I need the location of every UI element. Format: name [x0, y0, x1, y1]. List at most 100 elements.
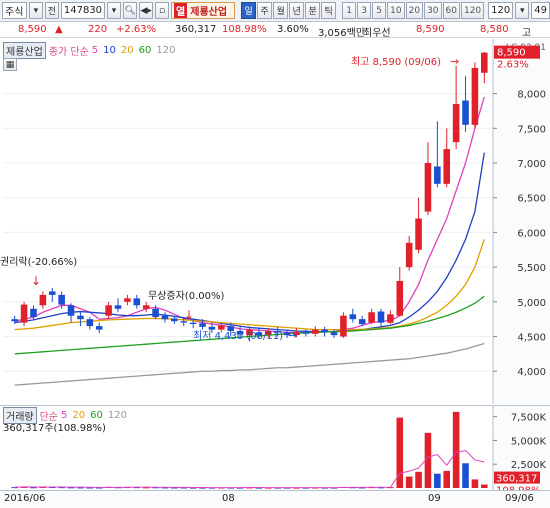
price-ma-120: 120 [156, 45, 176, 56]
interval-button-10[interactable]: 10 [387, 2, 405, 19]
candle-body [302, 332, 310, 334]
volume-bar [405, 476, 413, 488]
bonus-annotation: 무상증자(0.00%) [148, 290, 224, 302]
volume-tick-label: 7,500K [511, 413, 547, 424]
stock-code-input[interactable]: 147830 [60, 2, 106, 19]
volume-bar [452, 411, 460, 488]
rights-arrow: ↓ [31, 274, 41, 288]
price-tick-label: 6,500 [517, 194, 546, 205]
interval-buttons: 1 3 5 10 20 30 60 120 [342, 2, 485, 19]
candle-body [349, 314, 357, 320]
stock-name-field[interactable]: 열 제룡산업 [171, 2, 236, 19]
market-dropdown-button[interactable]: ▾ [28, 2, 43, 19]
price-tick-label: 4,500 [517, 333, 546, 344]
candle-body [330, 332, 338, 336]
volume-bar [481, 484, 488, 488]
volume-ma-120: 120 [107, 410, 127, 421]
volume-bar [434, 473, 441, 488]
interval-button-3[interactable]: 3 [357, 2, 372, 19]
count-input[interactable]: 49 [531, 2, 550, 19]
candle-body [218, 325, 225, 330]
volume-bar [462, 463, 469, 488]
period-tab-4[interactable]: 분 [305, 2, 321, 19]
stock-name-value: 제룡산업 [190, 7, 228, 18]
candle-body [161, 315, 169, 320]
interval-button-60[interactable]: 60 [442, 2, 460, 19]
price-pane[interactable]: 4,000 4,500 5,000 5,500 6,000 6,500 7,000 7,500… [0, 39, 550, 404]
candle-body [434, 166, 441, 184]
interval-button-1[interactable]: 1 [342, 2, 357, 19]
interval-select[interactable]: 120 [488, 2, 514, 19]
best-ask-label: 최우선 [363, 28, 391, 39]
price-ma-5: 5 [91, 45, 99, 56]
interval-dropdown-button[interactable]: ▾ [515, 2, 530, 19]
candle-body [199, 323, 206, 327]
change-percent: +2.63% [116, 24, 157, 35]
stock-code-value: 147830 [63, 5, 103, 16]
low-arrow: → [288, 329, 297, 342]
candle-body [86, 319, 94, 327]
market-select[interactable]: 주식 [2, 2, 27, 19]
interval-button-120[interactable]: 120 [460, 2, 485, 19]
price-tick-label: 7,500 [517, 124, 546, 135]
candle-body [462, 100, 469, 125]
volume-bar [443, 470, 451, 488]
change-arrow: ▲ [55, 24, 63, 35]
period-tab-1[interactable]: 주 [257, 2, 273, 19]
candle-body [481, 52, 488, 73]
volume-tick-label: 5,000K [511, 436, 547, 447]
candle-body [133, 298, 141, 306]
price-tick-label: 6,000 [517, 228, 546, 239]
candle-body [321, 329, 328, 333]
count-value: 49 [534, 5, 547, 16]
pin-icon[interactable]: ▫ [155, 2, 170, 19]
volume-ma-line-5 [14, 449, 485, 489]
code-dropdown-button[interactable]: ▾ [107, 2, 122, 19]
toolbar: 주식 ▾ 전 147830 ▾ 🔍︎ ◀▸ ▫ 열 제룡산업 일주월년분틱 13… [0, 0, 550, 22]
quote-bar: 8,590 ▲ 220 +2.63% 360,317 108.98% 3.60%… [0, 23, 550, 39]
current-price: 8,590 [18, 24, 47, 35]
market-select-value: 주식 [5, 7, 24, 18]
candle-body [405, 242, 413, 268]
x-label-aug: 08 [222, 493, 235, 504]
period-tab-5[interactable]: 틱 [321, 2, 337, 19]
candle-body [189, 322, 197, 325]
search-icon[interactable]: 🔍︎ [123, 2, 138, 19]
price-ma-10: 10 [103, 45, 116, 56]
high-annotation: 최고 8,590 (09/06) [351, 56, 441, 68]
candle-body [11, 319, 18, 322]
price-tick-label: 5,500 [517, 263, 546, 274]
candle-body [368, 312, 375, 323]
price-ma-periods: 5 10 20 60 120 [92, 45, 176, 56]
candle-body [377, 311, 385, 323]
interval-button-20[interactable]: 20 [405, 2, 424, 19]
settings-icon[interactable]: ▦ [3, 58, 17, 71]
last-pct-tag: 2.63% [497, 60, 529, 71]
low-annotation: 최저 4,430 (08/11) [193, 330, 283, 342]
period-tab-2[interactable]: 월 [273, 2, 289, 19]
volume-value: 360,317 [175, 24, 217, 35]
candle-body [105, 305, 112, 316]
interval-button-5[interactable]: 5 [372, 2, 387, 19]
candle-body [358, 319, 366, 325]
name-prefix-badge: 열 [174, 3, 188, 18]
candle-body [443, 149, 451, 184]
candle-body [171, 318, 178, 322]
candle-body [95, 326, 103, 330]
sound-icon[interactable]: ◀▸ [139, 2, 154, 19]
prev-button[interactable]: 전 [44, 2, 59, 19]
candle-body [124, 298, 131, 302]
price-chart[interactable]: 4,000 4,500 5,000 5,500 6,000 6,500 7,000 7,500… [0, 39, 550, 404]
interval-button-30[interactable]: 30 [424, 2, 442, 19]
period-tab-3[interactable]: 년 [289, 2, 305, 19]
candle-body [48, 291, 56, 295]
last-price-tag: 8,590 [497, 48, 526, 59]
candle-body [39, 294, 47, 306]
candle-body [58, 294, 65, 305]
price-tick-label: 7,000 [517, 159, 546, 170]
volume-tick-label: 2,500K [511, 460, 547, 471]
period-tab-0[interactable]: 일 [241, 2, 257, 19]
x-label-start: 2016/06 [4, 493, 46, 504]
candle-body [415, 218, 422, 250]
ma-line-10 [14, 152, 485, 333]
